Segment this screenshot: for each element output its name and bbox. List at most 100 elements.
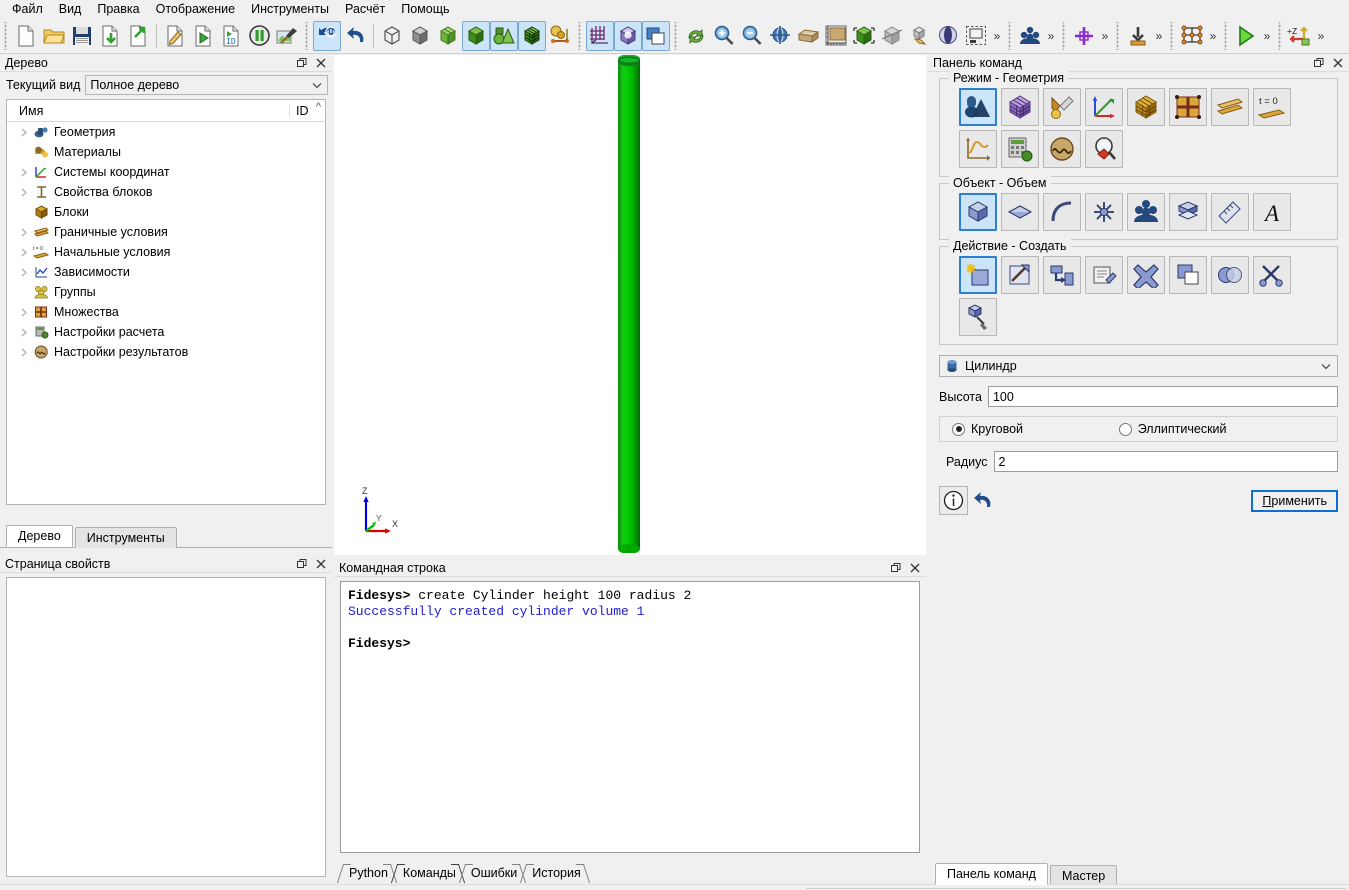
info-icon[interactable] — [939, 486, 968, 515]
radio-circular[interactable]: Круговой — [952, 422, 1119, 436]
expand-chevron-icon[interactable] — [15, 308, 31, 317]
tree-view[interactable]: Имя ID ^ Геометрия Материалы Системы коо… — [6, 99, 326, 505]
toolbar-grip-9[interactable] — [1223, 21, 1230, 50]
copy-icon[interactable] — [1169, 256, 1207, 294]
text-icon[interactable]: A — [1253, 193, 1291, 231]
tree-item-coordinate-systems[interactable]: Системы координат — [7, 162, 325, 182]
tree-item-sets[interactable]: Множества — [7, 302, 325, 322]
copy-view-icon[interactable] — [906, 21, 934, 51]
pause-icon[interactable] — [245, 21, 273, 51]
toolbar-grip-2[interactable] — [304, 21, 311, 50]
float-icon[interactable] — [294, 557, 310, 572]
toolbar-overflow-6[interactable]: » — [1260, 21, 1274, 51]
sweep-icon[interactable] — [1001, 256, 1039, 294]
expand-chevron-icon[interactable] — [15, 228, 31, 237]
menu-view[interactable]: Вид — [51, 0, 90, 18]
expand-chevron-icon[interactable] — [15, 188, 31, 197]
snapshot-icon[interactable] — [962, 21, 990, 51]
cleanup-icon[interactable] — [959, 298, 997, 336]
move-copy-icon[interactable] — [1043, 256, 1081, 294]
axis-z-orientation-icon[interactable]: +Z — [1286, 21, 1314, 51]
solid-cube-icon[interactable] — [462, 20, 490, 51]
group-entities-icon[interactable] — [1016, 21, 1044, 51]
modify-icon[interactable] — [1085, 256, 1123, 294]
curve-icon[interactable] — [1043, 193, 1081, 231]
measure-icon[interactable] — [822, 21, 850, 51]
tree-item-analysis-settings[interactable]: Настройки расчета — [7, 322, 325, 342]
composite-icon[interactable] — [546, 21, 574, 51]
expand-chevron-icon[interactable] — [15, 348, 31, 357]
volume-icon[interactable] — [959, 193, 997, 231]
expand-chevron-icon[interactable] — [15, 248, 31, 257]
menu-file[interactable]: Файл — [4, 0, 51, 18]
menu-edit[interactable]: Правка — [89, 0, 147, 18]
toolbar-grip-7[interactable] — [1115, 21, 1122, 50]
toolbar-overflow-2[interactable]: » — [1044, 21, 1058, 51]
tree-item-block-properties[interactable]: Свойства блоков — [7, 182, 325, 202]
journal-id-icon[interactable]: ID — [217, 21, 245, 51]
mesh-mode-icon[interactable] — [1001, 88, 1039, 126]
geometry-primitives-icon[interactable] — [490, 20, 518, 51]
save-icon[interactable] — [68, 21, 96, 51]
radius-field[interactable]: 2 — [993, 451, 1338, 472]
import-icon[interactable] — [96, 21, 124, 51]
float-icon[interactable] — [1311, 56, 1327, 71]
new-file-icon[interactable] — [12, 21, 40, 51]
expand-chevron-icon[interactable] — [15, 268, 31, 277]
create-icon[interactable] — [959, 256, 997, 294]
tab-history[interactable]: История — [523, 864, 586, 882]
tree-item-results-settings[interactable]: Настройки результатов — [7, 342, 325, 362]
blocks-mode-icon[interactable] — [1127, 88, 1165, 126]
tree-item-geometry[interactable]: Геометрия — [7, 122, 325, 142]
surface-icon[interactable] — [1001, 193, 1039, 231]
cylinder-model[interactable] — [618, 55, 640, 553]
results-mode-icon[interactable] — [1043, 130, 1081, 168]
tree-column-name[interactable]: Имя — [7, 104, 289, 118]
toolbar-grip[interactable] — [3, 21, 10, 50]
webcut-icon[interactable] — [1253, 256, 1291, 294]
sets-mode-icon[interactable] — [1169, 88, 1207, 126]
toolbar-grip-6[interactable] — [1061, 21, 1068, 50]
undo-icon[interactable] — [341, 21, 369, 51]
toolbar-grip-4[interactable] — [673, 21, 680, 50]
geometry-mode-icon[interactable] — [959, 88, 997, 126]
boolean-icon[interactable] — [1211, 256, 1249, 294]
material-mode-icon[interactable] — [1043, 88, 1081, 126]
radio-elliptical[interactable]: Эллиптический — [1118, 422, 1227, 436]
clip-plane-icon[interactable] — [878, 21, 906, 51]
toolbar-overflow-5[interactable]: » — [1206, 21, 1220, 51]
initial-conditions-mode-icon[interactable]: t = 0 — [1253, 88, 1291, 126]
tree-item-materials[interactable]: Материалы — [7, 142, 325, 162]
tab-errors[interactable]: Ошибки — [462, 864, 523, 882]
menu-help[interactable]: Помощь — [393, 0, 457, 18]
tree-item-groups[interactable]: Группы — [7, 282, 325, 302]
coordinate-system-mode-icon[interactable] — [1085, 88, 1123, 126]
toolbar-overflow-3[interactable]: » — [1098, 21, 1112, 51]
toolbar-overflow-4[interactable]: » — [1152, 21, 1166, 51]
group-icon[interactable] — [1127, 193, 1165, 231]
toolbar-overflow-7[interactable]: » — [1314, 21, 1328, 51]
vertex-icon[interactable] — [1085, 193, 1123, 231]
toolbar-grip-3[interactable] — [577, 21, 584, 50]
boundary-conditions-mode-icon[interactable] — [1211, 88, 1249, 126]
add-crosshair-icon[interactable] — [1070, 21, 1098, 51]
tab-python[interactable]: Python — [340, 864, 394, 882]
contrast-icon[interactable] — [934, 21, 962, 51]
close-icon[interactable] — [907, 561, 923, 576]
layers-icon[interactable] — [642, 20, 670, 51]
toolbar-overflow-1[interactable]: » — [990, 21, 1004, 51]
smooth-shade-cube-icon[interactable] — [434, 21, 462, 51]
tree-item-blocks[interactable]: Блоки — [7, 202, 325, 222]
toolbar-grip-8[interactable] — [1169, 21, 1176, 50]
tree-item-initial-conditions[interactable]: t = 0 Начальные условия — [7, 242, 325, 262]
zoom-in-icon[interactable] — [710, 21, 738, 51]
export-icon[interactable] — [124, 21, 152, 51]
expand-chevron-icon[interactable] — [15, 128, 31, 137]
open-folder-icon[interactable] — [40, 21, 68, 51]
tab-command-panel[interactable]: Панель команд — [935, 863, 1048, 885]
refresh-icon[interactable] — [682, 21, 710, 51]
inspect-mode-icon[interactable] — [1085, 130, 1123, 168]
dependencies-mode-icon[interactable] — [959, 130, 997, 168]
close-icon[interactable] — [313, 557, 329, 572]
tree-column-id[interactable]: ID ^ — [289, 101, 325, 118]
